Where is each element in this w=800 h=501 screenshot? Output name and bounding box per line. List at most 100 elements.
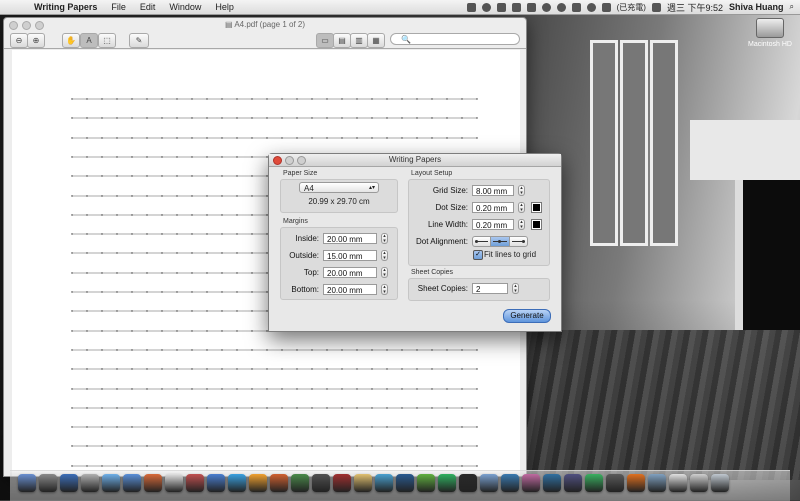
dialog-zoom-button[interactable] (297, 156, 306, 165)
grid-dot (146, 349, 148, 351)
inside-stepper[interactable]: ▴ ▾ (381, 233, 388, 244)
dock-app-icon[interactable] (165, 474, 183, 492)
align-left-segment[interactable] (473, 237, 492, 246)
flag-icon[interactable] (651, 2, 661, 12)
sheet-copies-field[interactable]: 2 (472, 283, 508, 294)
zoom-button[interactable] (35, 21, 44, 30)
line-width-field[interactable]: 0.20 mm (472, 219, 514, 230)
dialog-minimize-button[interactable] (285, 156, 294, 165)
dock-app-icon[interactable] (207, 474, 225, 492)
dock-app-icon[interactable] (459, 474, 477, 492)
dock-app-icon[interactable] (270, 474, 288, 492)
drive-icon[interactable] (526, 2, 536, 12)
dock-app-icon[interactable] (354, 474, 372, 492)
twitter-icon[interactable] (496, 2, 506, 12)
fit-lines-checkbox[interactable]: ✓ (473, 250, 483, 260)
bottom-field[interactable]: 20.00 mm (323, 284, 377, 295)
dock-app-icon[interactable] (375, 474, 393, 492)
dock-app-icon[interactable] (249, 474, 267, 492)
dock-app-icon[interactable] (186, 474, 204, 492)
status-app-icon[interactable] (466, 2, 476, 12)
top-stepper[interactable]: ▴ ▾ (381, 267, 388, 278)
dock-app-icon[interactable] (333, 474, 351, 492)
dock-app-icon[interactable] (417, 474, 435, 492)
dock-app-icon[interactable] (396, 474, 414, 492)
sync-icon[interactable] (541, 2, 551, 12)
dock-app-icon[interactable] (312, 474, 330, 492)
dock-app-icon[interactable] (690, 474, 708, 492)
sheet-copies-stepper[interactable]: ▴ ▾ (512, 283, 519, 294)
menu-user[interactable]: Shiva Huang (729, 2, 784, 12)
volume-icon[interactable] (601, 2, 611, 12)
dot-size-stepper[interactable]: ▴ ▾ (518, 202, 525, 213)
view-two-button[interactable]: ▥ (350, 33, 368, 48)
preview-titlebar[interactable]: ▤ A4.pdf (page 1 of 2) (4, 18, 526, 32)
dock-app-icon[interactable] (39, 474, 57, 492)
dock-app-icon[interactable] (81, 474, 99, 492)
dropbox-icon[interactable] (511, 2, 521, 12)
close-button[interactable] (9, 21, 18, 30)
dock-app-icon[interactable] (123, 474, 141, 492)
dock-app-icon[interactable] (564, 474, 582, 492)
grid-size-stepper[interactable]: ▴ ▾ (518, 185, 525, 196)
inside-field[interactable]: 20.00 mm (323, 233, 377, 244)
time-machine-icon[interactable] (556, 2, 566, 12)
hand-tool-button[interactable]: ✋ (62, 33, 80, 48)
rect-select-button[interactable]: ⬚ (98, 33, 116, 48)
bottom-stepper[interactable]: ▴ ▾ (381, 284, 388, 295)
dock-app-icon[interactable] (627, 474, 645, 492)
view-sheet-button[interactable]: ▦ (367, 33, 385, 48)
dialog-close-button[interactable] (273, 156, 282, 165)
menu-window[interactable]: Window (169, 2, 201, 12)
search-field[interactable]: 🔍 (390, 33, 520, 45)
dock-app-icon[interactable] (480, 474, 498, 492)
zoom-in-button[interactable]: ⊕ (27, 33, 45, 48)
generate-button[interactable]: Generate (503, 309, 551, 323)
dock-app-icon[interactable] (228, 474, 246, 492)
dock-app-icon[interactable] (522, 474, 540, 492)
line-width-stepper[interactable]: ▴ ▾ (518, 219, 525, 230)
text-select-button[interactable]: A (80, 33, 98, 48)
dot-color-well[interactable] (531, 202, 542, 213)
dock-app-icon[interactable] (501, 474, 519, 492)
wifi-icon[interactable] (586, 2, 596, 12)
line-color-well[interactable] (531, 219, 542, 230)
menu-app-name[interactable]: Writing Papers (34, 2, 97, 12)
spotlight-icon[interactable]: ⌕ (790, 2, 794, 12)
minimize-button[interactable] (22, 21, 31, 30)
status-gauge-icon[interactable] (481, 2, 491, 12)
bluetooth-icon[interactable] (571, 2, 581, 12)
paper-size-popup[interactable]: A4 ▴▾ (299, 182, 379, 193)
outside-field[interactable]: 15.00 mm (323, 250, 377, 261)
dock-app-icon[interactable] (543, 474, 561, 492)
dialog-titlebar[interactable]: Writing Papers (269, 154, 561, 167)
dock-app-icon[interactable] (711, 474, 729, 492)
dock-app-icon[interactable] (102, 474, 120, 492)
dock-app-icon[interactable] (438, 474, 456, 492)
dot-size-field[interactable]: 0.20 mm (472, 202, 514, 213)
zoom-out-button[interactable]: ⊖ (10, 33, 28, 48)
battery-status[interactable]: (已充電) (617, 2, 646, 13)
view-sidebar-button[interactable]: ▤ (333, 33, 351, 48)
align-center-segment[interactable] (491, 237, 510, 246)
dock-app-icon[interactable] (291, 474, 309, 492)
menu-edit[interactable]: Edit (140, 2, 156, 12)
menu-help[interactable]: Help (215, 2, 234, 12)
dock-app-icon[interactable] (648, 474, 666, 492)
dock-app-icon[interactable] (18, 474, 36, 492)
grid-size-field[interactable]: 8.00 mm (472, 185, 514, 196)
top-field[interactable]: 20.00 mm (323, 267, 377, 278)
dock-app-icon[interactable] (144, 474, 162, 492)
hard-drive-desktop-icon[interactable]: Macintosh HD (748, 18, 792, 48)
dock-app-icon[interactable] (606, 474, 624, 492)
grid-dot (431, 98, 433, 100)
menu-file[interactable]: File (111, 2, 126, 12)
dock-app-icon[interactable] (60, 474, 78, 492)
align-right-segment[interactable] (510, 237, 527, 246)
outside-stepper[interactable]: ▴ ▾ (381, 250, 388, 261)
dock-app-icon[interactable] (669, 474, 687, 492)
dock-app-icon[interactable] (585, 474, 603, 492)
view-single-button[interactable]: ▭ (316, 33, 334, 48)
menu-clock[interactable]: 週三 下午9:52 (667, 1, 723, 14)
annotate-button[interactable]: ✎ (129, 33, 149, 48)
